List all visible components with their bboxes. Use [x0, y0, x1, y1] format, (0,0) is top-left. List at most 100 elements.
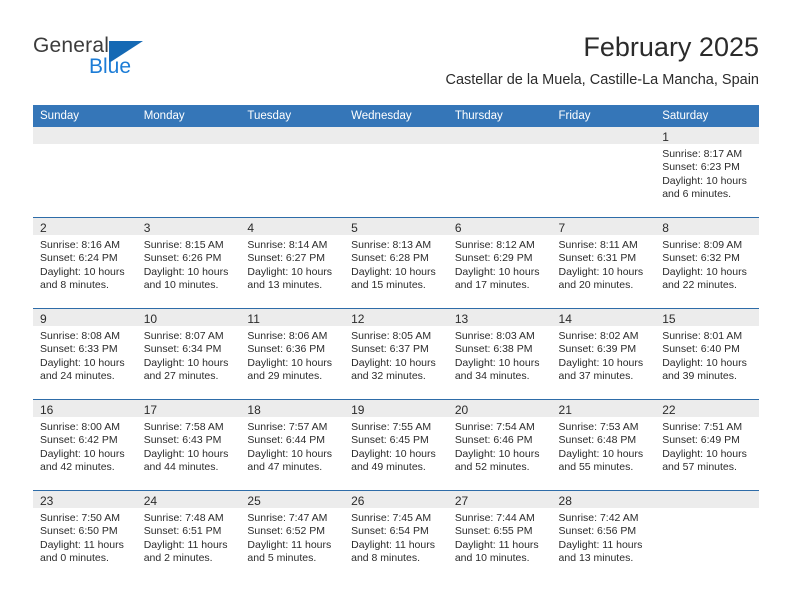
sunrise-time: Sunrise: 8:16 AM	[40, 239, 120, 251]
calendar-day-cell[interactable]: 3 Sunrise: 8:15 AM Sunset: 6:26 PM Daylight…	[136, 218, 241, 308]
daylight-duration-line1: Daylight: 10 hours	[558, 265, 644, 278]
daylight-duration-line1: Daylight: 11 hours	[558, 538, 643, 551]
calendar-day-cell[interactable]: 15 Sunrise: 8:01 AM Sunset: 6:40 PM Dayligh…	[655, 309, 759, 399]
day-number: 23	[40, 494, 54, 508]
general-blue-logo[interactable]: General Blue	[33, 34, 163, 86]
calendar-cell-empty	[240, 127, 345, 217]
calendar-day-cell[interactable]: 6 Sunrise: 8:12 AM Sunset: 6:29 PM Daylight…	[447, 218, 552, 308]
brand-word-blue: Blue	[89, 55, 132, 78]
calendar-day-cell[interactable]: 1 Sunrise: 8:17 AM Sunset: 6:23 PM Daylight…	[655, 127, 759, 217]
sunrise-time: Sunrise: 8:02 AM	[558, 330, 639, 342]
sunrise-time: Sunrise: 8:01 AM	[662, 330, 743, 342]
weekday-header-saturday: Saturday	[655, 105, 759, 127]
day-number: 5	[351, 221, 358, 235]
calendar-week-row: 9 Sunrise: 8:08 AM Sunset: 6:33 PM Daylight…	[33, 308, 759, 400]
day-number-band: 26	[344, 491, 448, 508]
calendar-day-cell[interactable]: 21 Sunrise: 7:53 AM Sunset: 6:48 PM Dayligh…	[551, 400, 656, 490]
daylight-duration-line2: and 13 minutes.	[247, 279, 323, 292]
calendar-day-cell[interactable]: 7 Sunrise: 8:11 AM Sunset: 6:31 PM Daylight…	[551, 218, 656, 308]
calendar-day-cell[interactable]: 12 Sunrise: 8:05 AM Sunset: 6:37 PM Dayligh…	[344, 309, 448, 399]
day-number: 18	[247, 403, 261, 417]
calendar-day-cell[interactable]: 16 Sunrise: 8:00 AM Sunset: 6:42 PM Dayligh…	[33, 400, 137, 490]
daylight-duration-line2: and 37 minutes.	[558, 370, 634, 383]
calendar-day-cell[interactable]: 14 Sunrise: 8:02 AM Sunset: 6:39 PM Dayligh…	[551, 309, 656, 399]
day-details: Sunrise: 7:47 AM Sunset: 6:52 PM Daylight:…	[240, 508, 344, 566]
sunrise-time: Sunrise: 7:57 AM	[247, 421, 328, 433]
day-number: 25	[247, 494, 261, 508]
day-details: Sunrise: 8:09 AM Sunset: 6:32 PM Daylight:…	[655, 235, 759, 293]
calendar-cell-empty	[655, 491, 759, 581]
calendar-day-cell[interactable]: 8 Sunrise: 8:09 AM Sunset: 6:32 PM Daylight…	[655, 218, 759, 308]
daylight-duration-line1: Daylight: 11 hours	[454, 538, 539, 551]
calendar-day-cell[interactable]: 4 Sunrise: 8:14 AM Sunset: 6:27 PM Daylight…	[240, 218, 345, 308]
day-number-band: 11	[240, 309, 345, 326]
daylight-duration-line2: and 49 minutes.	[351, 461, 426, 474]
day-number-band	[33, 127, 137, 144]
calendar-day-cell[interactable]: 10 Sunrise: 8:07 AM Sunset: 6:34 PM Dayligh…	[136, 309, 241, 399]
calendar-day-cell[interactable]: 19 Sunrise: 7:55 AM Sunset: 6:45 PM Dayligh…	[344, 400, 448, 490]
calendar-day-cell[interactable]: 28 Sunrise: 7:42 AM Sunset: 6:56 PM Dayligh…	[551, 491, 656, 581]
calendar-day-cell[interactable]: 2 Sunrise: 8:16 AM Sunset: 6:24 PM Daylight…	[33, 218, 137, 308]
day-details: Sunrise: 8:03 AM Sunset: 6:38 PM Daylight:…	[448, 326, 552, 384]
day-number: 2	[40, 221, 47, 235]
day-number: 19	[351, 403, 365, 417]
calendar-day-cell[interactable]: 17 Sunrise: 7:58 AM Sunset: 6:43 PM Dayligh…	[136, 400, 241, 490]
day-number-band: 8	[655, 218, 759, 235]
sunrise-time: Sunrise: 8:05 AM	[351, 330, 432, 342]
day-details: Sunrise: 7:45 AM Sunset: 6:54 PM Daylight:…	[344, 508, 448, 566]
daylight-duration-line1: Daylight: 10 hours	[351, 265, 436, 278]
calendar-day-cell[interactable]: 26 Sunrise: 7:45 AM Sunset: 6:54 PM Dayligh…	[344, 491, 448, 581]
day-number-band: 16	[33, 400, 137, 417]
day-number-band: 2	[33, 218, 137, 235]
daylight-duration-line2: and 27 minutes.	[143, 370, 219, 383]
day-number: 3	[143, 221, 151, 235]
day-number-band	[240, 127, 345, 144]
calendar-day-cell[interactable]: 24 Sunrise: 7:48 AM Sunset: 6:51 PM Dayligh…	[136, 491, 241, 581]
sunrise-time: Sunrise: 7:47 AM	[247, 512, 328, 524]
daylight-duration-line2: and 10 minutes.	[454, 552, 530, 565]
calendar-cell-empty	[136, 127, 241, 217]
day-details: Sunrise: 8:05 AM Sunset: 6:37 PM Daylight:…	[344, 326, 448, 384]
calendar-day-cell[interactable]: 27 Sunrise: 7:44 AM Sunset: 6:55 PM Dayligh…	[447, 491, 552, 581]
sunrise-time: Sunrise: 8:07 AM	[143, 330, 224, 342]
sunset-time: Sunset: 6:26 PM	[143, 252, 222, 265]
day-number: 20	[454, 403, 469, 417]
day-details: Sunrise: 8:00 AM Sunset: 6:42 PM Daylight:…	[33, 417, 137, 475]
daylight-duration-line2: and 20 minutes.	[558, 279, 634, 292]
day-number: 14	[558, 312, 572, 326]
calendar-day-cell[interactable]: 20 Sunrise: 7:54 AM Sunset: 6:46 PM Dayligh…	[447, 400, 552, 490]
day-number: 6	[454, 221, 462, 235]
sunset-time: Sunset: 6:28 PM	[351, 252, 429, 265]
calendar-day-cell[interactable]: 23 Sunrise: 7:50 AM Sunset: 6:50 PM Dayligh…	[33, 491, 137, 581]
day-details: Sunrise: 8:07 AM Sunset: 6:34 PM Daylight:…	[137, 326, 241, 384]
calendar-cell-empty	[33, 127, 137, 217]
day-number-band: 4	[240, 218, 345, 235]
calendar-day-cell[interactable]: 9 Sunrise: 8:08 AM Sunset: 6:33 PM Daylight…	[33, 309, 137, 399]
calendar-day-cell[interactable]: 13 Sunrise: 8:03 AM Sunset: 6:38 PM Dayligh…	[447, 309, 552, 399]
daylight-duration-line2: and 42 minutes.	[40, 461, 115, 474]
sunset-time: Sunset: 6:50 PM	[40, 525, 118, 538]
calendar-day-cell[interactable]: 5 Sunrise: 8:13 AM Sunset: 6:28 PM Daylight…	[344, 218, 448, 308]
calendar-day-cell[interactable]: 18 Sunrise: 7:57 AM Sunset: 6:44 PM Dayligh…	[240, 400, 345, 490]
daylight-duration-line2: and 2 minutes.	[143, 552, 213, 565]
day-details: Sunrise: 7:57 AM Sunset: 6:44 PM Daylight:…	[240, 417, 344, 475]
daylight-duration-line2: and 32 minutes.	[351, 370, 426, 383]
sunset-time: Sunset: 6:24 PM	[40, 252, 118, 265]
day-number-band: 25	[240, 491, 345, 508]
calendar-week-row: 23 Sunrise: 7:50 AM Sunset: 6:50 PM Dayligh…	[33, 490, 759, 581]
calendar-day-cell[interactable]: 22 Sunrise: 7:51 AM Sunset: 6:49 PM Dayligh…	[655, 400, 759, 490]
title-block: February 2025 Castellar de la Muela, Cas…	[445, 30, 759, 91]
day-number-band	[136, 127, 241, 144]
daylight-duration-line1: Daylight: 10 hours	[454, 356, 540, 369]
sunset-time: Sunset: 6:31 PM	[558, 252, 637, 265]
calendar-day-cell[interactable]: 11 Sunrise: 8:06 AM Sunset: 6:36 PM Dayligh…	[240, 309, 345, 399]
day-details: Sunrise: 8:15 AM Sunset: 6:26 PM Daylight:…	[137, 235, 241, 293]
day-number: 7	[558, 221, 566, 235]
weekday-header-thursday: Thursday	[447, 105, 552, 127]
daylight-duration-line1: Daylight: 10 hours	[558, 447, 644, 460]
calendar-day-cell[interactable]: 25 Sunrise: 7:47 AM Sunset: 6:52 PM Dayligh…	[240, 491, 345, 581]
daylight-duration-line2: and 10 minutes.	[143, 279, 219, 292]
page-subtitle: Castellar de la Muela, Castille-La Manch…	[445, 72, 759, 88]
day-number-band: 15	[655, 309, 759, 326]
day-number-band: 22	[655, 400, 759, 417]
